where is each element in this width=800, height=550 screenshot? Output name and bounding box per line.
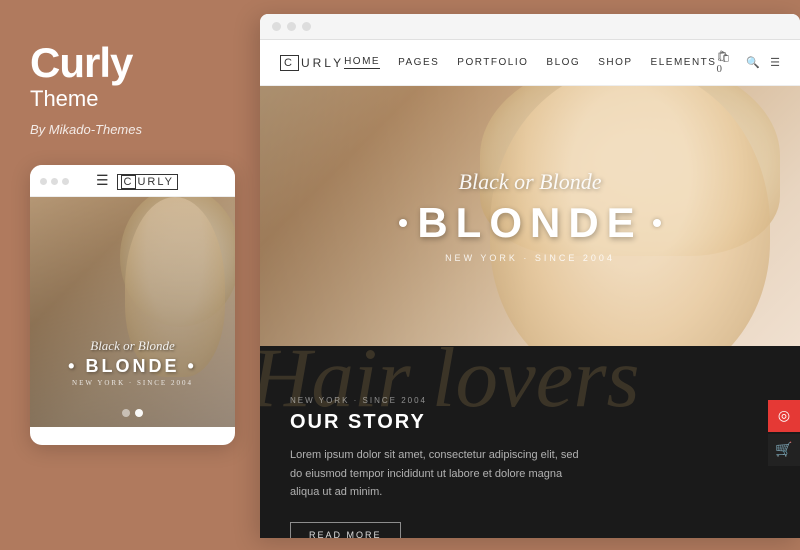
hamburger-icon: ☰ — [96, 173, 109, 190]
hero-blonde-word: BLONDE — [417, 199, 642, 247]
browser-dot-1 — [272, 22, 281, 31]
mobile-indicators — [30, 409, 235, 417]
hero-dot-right — [653, 219, 661, 227]
mobile-indicator-1 — [122, 409, 130, 417]
desktop-nav-icons: 🛍 0 🔍 ☰ — [716, 50, 780, 75]
mobile-text-block: Black or Blonde • BLONDE • NEW YORK · SI… — [30, 338, 235, 387]
search-icon[interactable]: 🔍 — [746, 56, 760, 69]
desktop-nav-links[interactable]: HOME PAGES PORTFOLIO BLOG SHOP ELEMENTS — [344, 56, 716, 69]
nav-link-portfolio[interactable]: PORTFOLIO — [457, 57, 528, 68]
browser-dot-3 — [302, 22, 311, 31]
mobile-dot-1 — [40, 178, 47, 185]
mobile-indicator-2 — [135, 409, 143, 417]
nav-link-shop[interactable]: SHOP — [598, 57, 632, 68]
mobile-script-text: Black or Blonde — [30, 338, 235, 354]
hero-blonde-text: BLONDE — [360, 199, 700, 247]
menu-icon[interactable]: ☰ — [770, 56, 780, 69]
story-content: NEW YORK · SINCE 2004 OUR STORY Lorem ip… — [290, 376, 770, 538]
brand-author: By Mikado-Themes — [30, 122, 218, 137]
mobile-blonde-word: BLONDE — [86, 356, 180, 376]
float-icon-cart[interactable]: 🛒 — [768, 434, 800, 466]
share-icon: ◎ — [778, 408, 790, 425]
story-title: OUR STORY — [290, 411, 770, 434]
story-right: NEW YORK · SINCE 2004 OUR STORY Lorem ip… — [290, 376, 770, 538]
browser-dot-2 — [287, 22, 296, 31]
hero-dot-left — [399, 219, 407, 227]
hero-text-block: Black or Blonde BLONDE NEW YORK · SINCE … — [360, 169, 700, 263]
mobile-window-dots — [40, 178, 69, 185]
brand-title: Curly — [30, 40, 218, 86]
mobile-logo-c: C — [121, 175, 137, 189]
story-since: NEW YORK · SINCE 2004 — [290, 396, 770, 405]
mobile-dot-3 — [62, 178, 69, 185]
mobile-dot-right: • — [188, 356, 197, 376]
desktop-nav: CURLY HOME PAGES PORTFOLIO BLOG SHOP ELE… — [260, 40, 800, 86]
desktop-logo-c: C — [280, 55, 299, 71]
desktop-logo: CURLY — [280, 55, 344, 71]
nav-link-home[interactable]: HOME — [344, 56, 380, 69]
left-panel: Curly Theme By Mikado-Themes ☰ CURLY — [0, 0, 248, 550]
mobile-logo: CURLY — [117, 174, 178, 190]
hero-tagline: NEW YORK · SINCE 2004 — [360, 253, 700, 263]
float-icon-share[interactable]: ◎ — [768, 400, 800, 432]
mobile-tagline: NEW YORK · SINCE 2004 — [30, 379, 235, 387]
mobile-dot-left: • — [68, 356, 77, 376]
cart-icon[interactable]: 🛍 0 — [716, 50, 736, 75]
desktop-preview: CURLY HOME PAGES PORTFOLIO BLOG SHOP ELE… — [260, 14, 800, 538]
mobile-blonde-text: • BLONDE • — [30, 356, 235, 377]
browser-chrome — [260, 14, 800, 40]
nav-link-blog[interactable]: BLOG — [546, 57, 580, 68]
mobile-preview: ☰ CURLY Black or Blonde • BLONDE • NEW Y… — [30, 165, 235, 445]
floating-icons: ◎ 🛒 — [768, 400, 800, 466]
nav-link-elements[interactable]: ELEMENTS — [651, 57, 717, 68]
mobile-dot-2 — [51, 178, 58, 185]
cart-float-icon: 🛒 — [775, 442, 792, 459]
story-section: Hair lovers NEW YORK · SINCE 2004 OUR ST… — [260, 346, 800, 538]
hero-script-text: Black or Blonde — [360, 169, 700, 195]
brand-subtitle: Theme — [30, 86, 218, 112]
desktop-hero: Black or Blonde BLONDE NEW YORK · SINCE … — [260, 86, 800, 346]
mobile-hero-overlay — [30, 197, 235, 427]
nav-link-pages[interactable]: PAGES — [398, 57, 439, 68]
story-body: Lorem ipsum dolor sit amet, consectetur … — [290, 446, 590, 502]
mobile-top-bar: ☰ CURLY — [30, 165, 235, 197]
mobile-hero: Black or Blonde • BLONDE • NEW YORK · SI… — [30, 197, 235, 427]
mobile-logo-bar: ☰ CURLY — [96, 173, 178, 190]
desktop-logo-text: URLY — [301, 56, 344, 70]
read-more-button[interactable]: READ MORE — [290, 522, 401, 538]
